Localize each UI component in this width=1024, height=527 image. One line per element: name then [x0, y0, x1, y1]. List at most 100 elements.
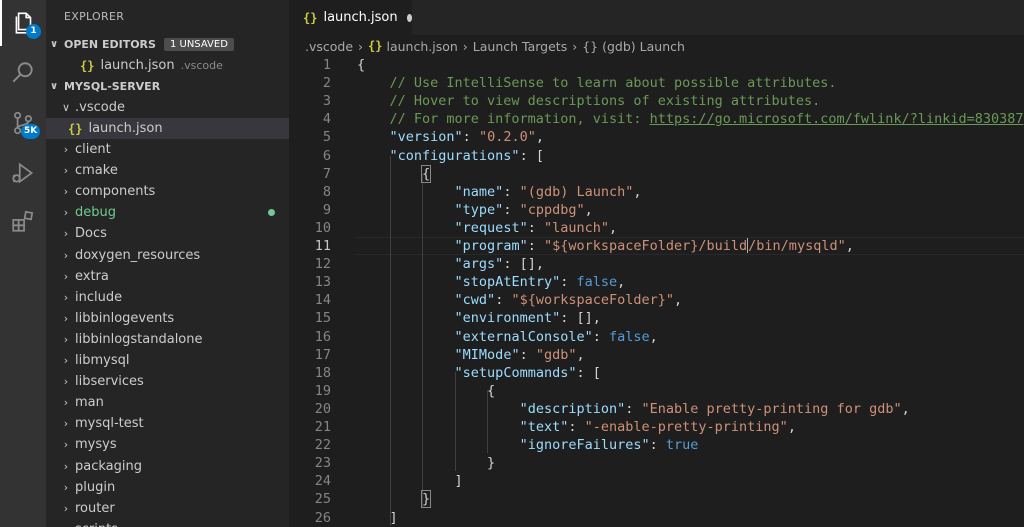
code-line: "cwd": "${workspaceFolder}",: [357, 292, 683, 308]
folder-mysql-test[interactable]: › mysql-test: [46, 413, 289, 434]
code-token: /bin/mysqld": [748, 238, 846, 254]
folder-man[interactable]: › man: [46, 392, 289, 413]
line-number: 26: [314, 509, 331, 526]
chevron-right-icon: ›: [60, 523, 72, 527]
code-token: "cppdbg": [519, 201, 585, 218]
breadcrumb-file[interactable]: launch.json: [386, 39, 457, 54]
breadcrumb-folder[interactable]: .vscode: [305, 39, 353, 54]
folder-label: libbinlogevents: [75, 310, 175, 326]
chevron-right-icon: ›: [462, 38, 468, 54]
line-number: 7: [322, 165, 331, 182]
explorer-badge: 1: [26, 24, 41, 39]
file-launch-json[interactable]: {} launch.json: [46, 118, 289, 139]
chevron-right-icon: ›: [63, 290, 69, 304]
code-token: "0.2.0": [478, 129, 536, 146]
folder-label: debug: [75, 205, 116, 221]
folder-vscode[interactable]: ∨ .vscode: [46, 97, 289, 118]
chevron-down-icon: ∨: [50, 80, 59, 92]
folder-libbinlogevents[interactable]: › libbinlogevents: [46, 308, 289, 329]
explorer-sidebar: EXPLORER ∨ OPEN EDITORS 1 UNSAVED {} lau…: [46, 0, 289, 527]
code-link[interactable]: https://go.microsoft.com/fwlink/?linkid=…: [650, 111, 1024, 127]
code-line: "text": "-enable-pretty-printing",: [357, 419, 796, 435]
code-line: "MIMode": "gdb",: [357, 347, 585, 363]
line-number: 20: [314, 400, 331, 417]
folder-router[interactable]: › router: [46, 498, 289, 519]
folder-debug[interactable]: › debug: [46, 202, 289, 223]
tab-launch-json[interactable]: {} launch.json: [289, 0, 412, 35]
code-token: "MIMode": [454, 346, 520, 363]
folder-plugin[interactable]: › plugin: [46, 477, 289, 498]
code-line: }: [357, 455, 495, 471]
chevron-right-icon: ›: [63, 480, 69, 494]
object-symbol-icon: {}: [582, 38, 599, 54]
source-control-badge: 5K: [21, 124, 41, 139]
run-debug-button[interactable]: [0, 150, 46, 196]
code-token: "name": [454, 183, 504, 200]
folder-libmysql[interactable]: › libmysql: [46, 350, 289, 371]
folder-packaging[interactable]: › packaging: [46, 456, 289, 477]
line-number: 10: [314, 219, 331, 236]
folder-cmake[interactable]: › cmake: [46, 160, 289, 181]
code-token: ,: [609, 219, 618, 236]
folder-doxygen_resources[interactable]: › doxygen_resources: [46, 245, 289, 266]
folder-label: cmake: [75, 163, 118, 179]
folder-libbinlogstandalone[interactable]: › libbinlogstandalone: [46, 329, 289, 350]
code-token: "description": [519, 400, 626, 417]
line-number: 5: [322, 129, 331, 146]
code-token: "gdb": [535, 346, 577, 363]
chevron-right-icon: ›: [572, 38, 578, 54]
open-editor-item[interactable]: {} launch.json .vscode: [46, 55, 289, 76]
line-number: 14: [314, 292, 331, 309]
search-icon: [12, 62, 33, 83]
code-token: true: [665, 437, 699, 454]
code-line: "version": "0.2.0",: [357, 129, 544, 145]
line-number: 18: [314, 364, 331, 381]
breadcrumb-section[interactable]: Launch Targets: [473, 39, 567, 54]
folder-client[interactable]: › client: [46, 139, 289, 160]
line-number: 21: [314, 419, 331, 435]
source-control-button[interactable]: 5K: [0, 100, 46, 146]
code-token: :: [503, 201, 520, 218]
code-token: :: [527, 238, 544, 254]
folder-docs[interactable]: › Docs: [46, 223, 289, 244]
code-line: "program": "${workspaceFolder}/build/bin…: [357, 238, 854, 254]
folder-scripts[interactable]: ›scripts: [46, 519, 289, 527]
line-number: 6: [322, 147, 331, 164]
code-token: "configurations": [389, 147, 520, 164]
chevron-down-icon: ∨: [50, 38, 59, 50]
open-editors-header[interactable]: ∨ OPEN EDITORS 1 UNSAVED: [46, 34, 289, 54]
code-token: {: [357, 382, 496, 399]
line-number: 19: [314, 382, 331, 399]
breadcrumb-symbol[interactable]: (gdb) Launch: [602, 39, 685, 54]
breadcrumb: .vscode › {} launch.json › Launch Target…: [289, 35, 1024, 57]
project-header[interactable]: ∨ MYSQL-SERVER: [46, 76, 289, 96]
folder-extra[interactable]: › extra: [46, 266, 289, 287]
code-line: }: [357, 490, 432, 509]
code-editor[interactable]: 1 {2 // Use IntelliSense to learn about p…: [289, 57, 1024, 527]
folder-label: include: [75, 289, 123, 305]
extensions-button[interactable]: [0, 198, 46, 244]
folder-mysys[interactable]: › mysys: [46, 434, 289, 455]
folder-libservices[interactable]: › libservices: [46, 371, 289, 392]
code-token: "setupCommands": [454, 364, 577, 381]
code-token: false: [608, 328, 650, 345]
line-number: 16: [314, 328, 331, 345]
unsaved-dot-icon[interactable]: [406, 13, 412, 22]
code-token: "stopAtEntry": [454, 274, 561, 291]
explorer-button[interactable]: 1: [0, 0, 46, 46]
code-token: // Hover to view descriptions of existin…: [357, 93, 821, 110]
folder-label: Docs: [75, 226, 107, 242]
code-token: ]: [357, 473, 463, 490]
matched-bracket: {: [421, 164, 432, 183]
modified-dot-icon: [268, 209, 275, 217]
folder-components[interactable]: › components: [46, 181, 289, 202]
folder-include[interactable]: › include: [46, 287, 289, 308]
code-token: "version": [389, 129, 463, 146]
search-button[interactable]: [0, 50, 46, 96]
line-number: 1: [322, 57, 331, 73]
